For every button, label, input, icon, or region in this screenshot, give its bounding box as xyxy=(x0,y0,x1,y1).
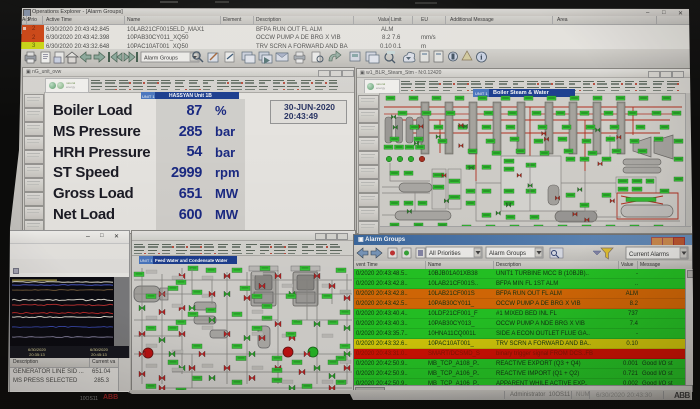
svg-text:Current Alarms: Current Alarms xyxy=(629,252,669,258)
svg-text:i: i xyxy=(480,53,482,62)
svg-text:Alarm Groups: Alarm Groups xyxy=(489,251,526,257)
svg-text:Alarm Groups: Alarm Groups xyxy=(144,56,178,62)
svg-text:All Priorities: All Priorities xyxy=(429,251,461,257)
